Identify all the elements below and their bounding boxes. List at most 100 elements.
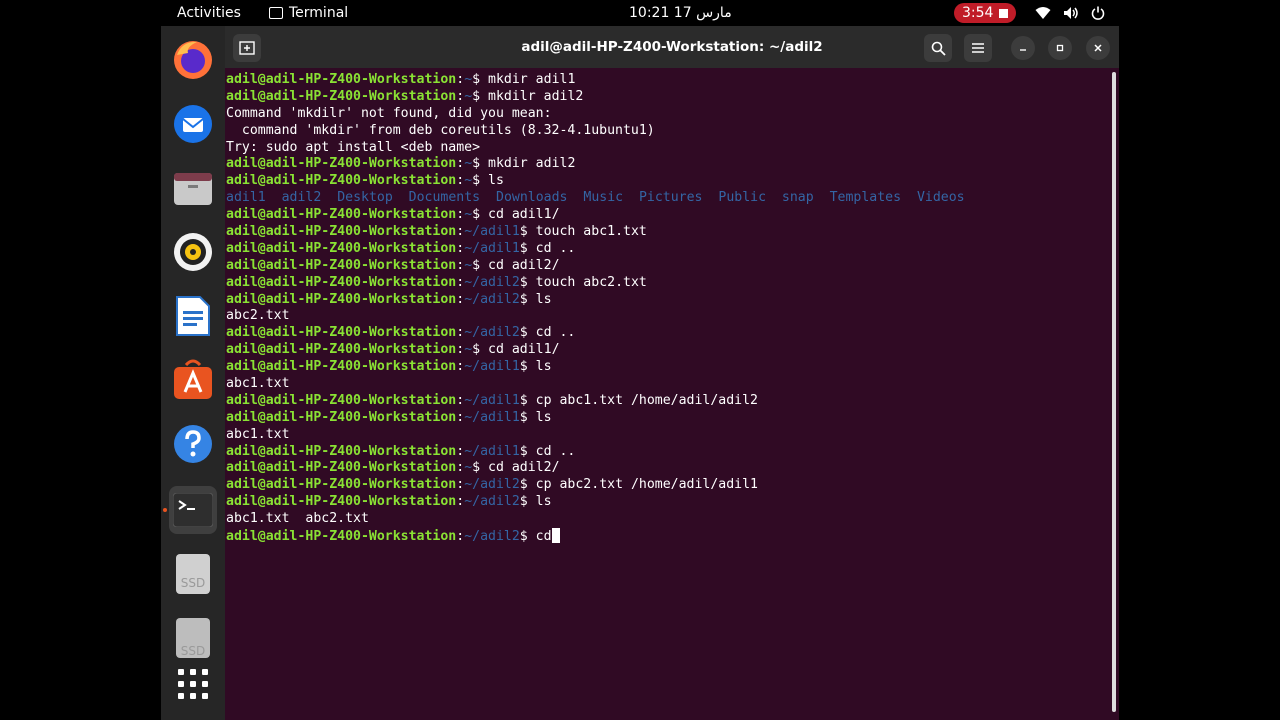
thunderbird-launcher[interactable] xyxy=(169,100,217,148)
terminal-icon xyxy=(269,7,283,19)
prompt-path: ~ xyxy=(464,460,473,476)
terminal-line: command 'mkdir' from deb coreutils (8.32… xyxy=(226,123,1106,140)
prompt-user: adil@adil-HP-Z400-Workstation xyxy=(226,173,457,189)
libreoffice-writer-launcher[interactable] xyxy=(169,292,217,340)
prompt-user: adil@adil-HP-Z400-Workstation xyxy=(226,443,457,459)
libreoffice-writer-icon xyxy=(176,296,210,336)
ssd-drive-icon: SSD xyxy=(176,618,210,658)
screen-recording-indicator[interactable]: 3:54 xyxy=(954,3,1017,23)
system-tray[interactable] xyxy=(1035,0,1105,26)
directory-entry: Desktop xyxy=(337,190,393,206)
terminal-launcher[interactable] xyxy=(169,486,217,534)
prompt-path: ~/adil2 xyxy=(464,494,520,510)
prompt-user: adil@adil-HP-Z400-Workstation xyxy=(226,494,457,510)
directory-entry: snap xyxy=(781,190,814,206)
menu-button[interactable] xyxy=(964,34,992,62)
prompt-path: ~/adil1 xyxy=(464,240,520,256)
minimize-icon xyxy=(1020,49,1026,51)
minimize-button[interactable] xyxy=(1011,36,1035,60)
maximize-icon xyxy=(1056,44,1064,52)
prompt-path: ~/adil2 xyxy=(464,477,520,493)
terminal-line: adil@adil-HP-Z400-Workstation:~$ cd adil… xyxy=(226,207,560,223)
terminal-line: adil@adil-HP-Z400-Workstation:~/adil1$ c… xyxy=(226,240,576,256)
prompt-path: ~ xyxy=(464,88,473,104)
maximize-button[interactable] xyxy=(1048,36,1072,60)
search-button[interactable] xyxy=(924,34,952,62)
prompt-user: adil@adil-HP-Z400-Workstation xyxy=(226,477,457,493)
command-text: ls xyxy=(535,359,552,375)
app-grid-icon xyxy=(178,669,208,699)
help-launcher[interactable] xyxy=(169,420,217,468)
show-applications-button[interactable] xyxy=(169,660,217,708)
prompt-path: ~/adil1 xyxy=(464,392,520,408)
firefox-icon xyxy=(174,41,212,79)
directory-entry: Videos xyxy=(916,190,965,206)
directory-entry: Public xyxy=(718,190,767,206)
terminal-line: Command 'mkdilr' not found, did you mean… xyxy=(226,106,1106,123)
terminal-app-icon xyxy=(173,493,213,527)
command-text: cd adil1/ xyxy=(488,342,560,358)
ssd-drive-icon: SSD xyxy=(176,554,210,594)
terminal-line: adil@adil-HP-Z400-Workstation:~/adil2$ c… xyxy=(226,325,576,341)
prompt-user: adil@adil-HP-Z400-Workstation xyxy=(226,359,457,375)
svg-text:SSD: SSD xyxy=(181,644,205,658)
command-text: cp abc2.txt /home/adil/adil1 xyxy=(535,477,758,493)
close-button[interactable] xyxy=(1086,36,1110,60)
search-icon xyxy=(931,41,946,56)
software-launcher[interactable] xyxy=(169,356,217,404)
command-text: ls xyxy=(535,494,552,510)
command-text: ls xyxy=(535,409,552,425)
terminal-line: adil@adil-HP-Z400-Workstation:~/adil2$ c… xyxy=(226,528,1106,545)
output-text: abc2.txt xyxy=(226,308,290,324)
ssd-drive-1-launcher[interactable]: SSD xyxy=(169,550,217,598)
terminal-line: adil@adil-HP-Z400-Workstation:~$ mkdir a… xyxy=(226,156,576,172)
window-header[interactable]: adil@adil-HP-Z400-Workstation: ~/adil2 xyxy=(225,26,1119,68)
prompt-user: adil@adil-HP-Z400-Workstation xyxy=(226,88,457,104)
clock[interactable]: 10:21 مارس 17 xyxy=(629,0,732,26)
directory-entry: Music xyxy=(583,190,624,206)
help-icon xyxy=(174,425,212,463)
output-text: abc1.txt abc2.txt xyxy=(226,511,369,527)
files-icon xyxy=(174,173,212,205)
rhythmbox-launcher[interactable] xyxy=(169,228,217,276)
files-launcher[interactable] xyxy=(169,164,217,212)
terminal-line: adil@adil-HP-Z400-Workstation:~/adil2$ l… xyxy=(226,494,552,510)
firefox-launcher[interactable] xyxy=(169,36,217,84)
prompt-path: ~/adil2 xyxy=(464,274,520,290)
directory-entry: Templates xyxy=(829,190,902,206)
directory-entry: Downloads xyxy=(496,190,568,206)
close-icon xyxy=(1094,44,1102,52)
terminal-line: abc2.txt xyxy=(226,308,1106,325)
command-text: cd adil2/ xyxy=(488,460,560,476)
prompt-path: ~/adil1 xyxy=(464,443,520,459)
command-text: ls xyxy=(535,291,552,307)
prompt-user: adil@adil-HP-Z400-Workstation xyxy=(226,224,457,240)
command-text: mkdir adil1 xyxy=(488,72,576,87)
terminal-line: adil@adil-HP-Z400-Workstation:~$ cd adil… xyxy=(226,257,560,273)
terminal-line: adil@adil-HP-Z400-Workstation:~/adil1$ c… xyxy=(226,443,576,459)
output-text: abc1.txt xyxy=(226,426,290,442)
ssd-drive-2-launcher[interactable]: SSD xyxy=(169,614,217,662)
command-text: cd .. xyxy=(535,325,576,341)
prompt-path: ~/adil1 xyxy=(464,224,520,240)
terminal-line: adil@adil-HP-Z400-Workstation:~/adil2$ c… xyxy=(226,477,758,493)
prompt-user: adil@adil-HP-Z400-Workstation xyxy=(226,529,457,545)
volume-icon xyxy=(1064,7,1078,19)
command-text: cd .. xyxy=(535,443,576,459)
terminal-line: adil@adil-HP-Z400-Workstation:~/adil2$ l… xyxy=(226,291,552,307)
prompt-path: ~ xyxy=(464,207,473,223)
running-indicator xyxy=(163,508,167,512)
activities-button[interactable]: Activities xyxy=(177,0,241,26)
terminal-line: adil@adil-HP-Z400-Workstation:~$ ls xyxy=(226,173,504,189)
prompt-user: adil@adil-HP-Z400-Workstation xyxy=(226,274,457,290)
prompt-user: adil@adil-HP-Z400-Workstation xyxy=(226,392,457,408)
directory-entry: adil1 xyxy=(226,190,266,206)
app-menu-label: Terminal xyxy=(289,5,349,21)
terminal-line: abc1.txt abc2.txt xyxy=(226,511,1106,528)
command-text: mkdir adil2 xyxy=(488,156,576,172)
terminal-scrollbar[interactable] xyxy=(1112,72,1116,712)
command-text: touch abc1.txt xyxy=(535,224,647,240)
terminal-output[interactable]: adil@adil-HP-Z400-Workstation:~$ mkdir a… xyxy=(226,72,1106,545)
directory-entry: adil2 xyxy=(281,190,322,206)
app-menu[interactable]: Terminal xyxy=(269,0,348,26)
